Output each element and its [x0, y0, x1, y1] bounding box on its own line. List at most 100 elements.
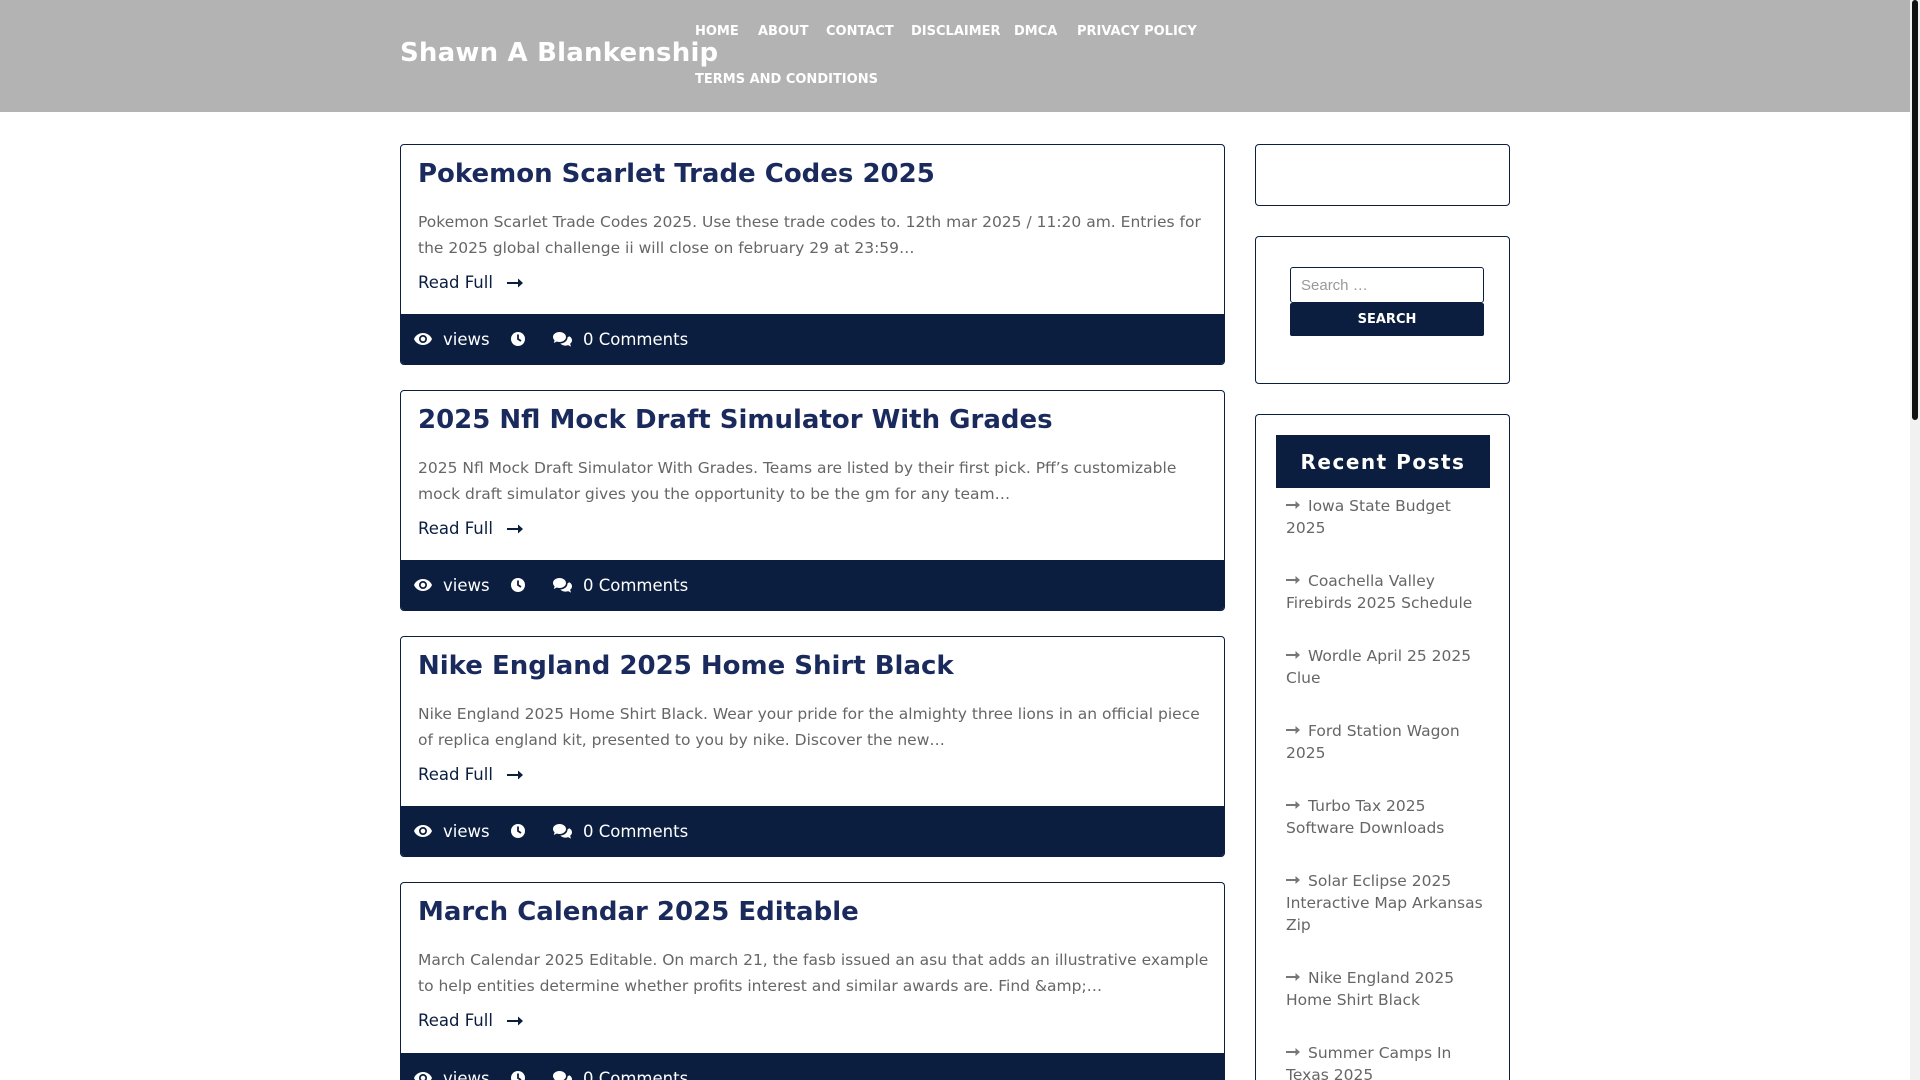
clock-icon — [511, 332, 525, 346]
post-meta-bar: views 0 Comments — [401, 1053, 1224, 1080]
recent-post-title: Turbo Tax 2025 Software Downloads — [1286, 797, 1445, 837]
read-more-link[interactable]: Read Full — [418, 1011, 523, 1030]
arrow-right-icon — [1286, 650, 1300, 660]
search-widget: SEARCH — [1255, 236, 1510, 384]
post-meta-bar: views 0 Comments — [401, 314, 1224, 364]
recent-post-item[interactable]: Ford Station Wagon 2025 — [1286, 720, 1486, 764]
read-more-link[interactable]: Read Full — [418, 519, 523, 538]
views-label: views — [443, 329, 490, 349]
arrow-right-icon — [506, 277, 523, 289]
clock-icon — [511, 1071, 525, 1080]
site-header: Shawn A Blankenship HOME ABOUT CONTACT D… — [0, 0, 1910, 112]
nav-terms-and-conditions[interactable]: TERMS AND CONDITIONS — [695, 72, 878, 87]
arrow-right-icon — [1286, 725, 1300, 735]
recent-post-title: Wordle April 25 2025 Clue — [1286, 647, 1472, 687]
post-time — [510, 314, 526, 364]
post-views: views — [414, 560, 490, 610]
post-card: Nike England 2025 Home Shirt Black Nike … — [400, 636, 1225, 857]
scrollbar-thumb[interactable] — [1912, 0, 1918, 420]
recent-post-item[interactable]: Solar Eclipse 2025 Interactive Map Arkan… — [1286, 870, 1486, 936]
eye-icon — [414, 579, 432, 591]
recent-post-title: Summer Camps In Texas 2025 — [1286, 1044, 1452, 1080]
post-excerpt: Pokemon Scarlet Trade Codes 2025. Use th… — [418, 213, 1201, 257]
comments-icon — [553, 331, 572, 347]
post-time — [510, 1053, 526, 1080]
views-label: views — [443, 1068, 490, 1080]
post-time — [510, 806, 526, 856]
post-excerpt: 2025 Nfl Mock Draft Simulator With Grade… — [418, 459, 1177, 503]
read-more-link[interactable]: Read Full — [418, 765, 523, 784]
post-title[interactable]: March Calendar 2025 Editable — [418, 897, 859, 927]
post-comments[interactable]: 0 Comments — [553, 560, 688, 610]
arrow-right-icon — [1286, 800, 1300, 810]
clock-icon — [511, 824, 525, 838]
arrow-right-icon — [1286, 972, 1300, 982]
recent-posts-heading: Recent Posts — [1276, 435, 1490, 488]
comments-count: 0 Comments — [583, 821, 689, 841]
recent-post-item[interactable]: Iowa State Budget 2025 — [1286, 495, 1486, 539]
post-time — [510, 560, 526, 610]
post-comments[interactable]: 0 Comments — [553, 806, 688, 856]
page-scrollbar[interactable] — [1910, 0, 1920, 1080]
post-views: views — [414, 314, 490, 364]
post-comments[interactable]: 0 Comments — [553, 1053, 688, 1080]
recent-post-title: Coachella Valley Firebirds 2025 Schedule — [1286, 572, 1473, 612]
post-excerpt: March Calendar 2025 Editable. On march 2… — [418, 951, 1209, 995]
nav-disclaimer[interactable]: DISCLAIMER — [911, 24, 1001, 39]
post-views: views — [414, 806, 490, 856]
post-views: views — [414, 1053, 490, 1080]
nav-dmca[interactable]: DMCA — [1014, 24, 1057, 39]
read-more-link[interactable]: Read Full — [418, 273, 523, 292]
comments-count: 0 Comments — [583, 575, 689, 595]
post-meta-bar: views 0 Comments — [401, 806, 1224, 856]
site-title[interactable]: Shawn A Blankenship — [400, 38, 718, 68]
comments-icon — [553, 1070, 572, 1080]
recent-post-title: Solar Eclipse 2025 Interactive Map Arkan… — [1286, 872, 1483, 934]
arrow-right-icon — [1286, 1047, 1300, 1057]
nav-about[interactable]: ABOUT — [758, 24, 808, 39]
post-card: 2025 Nfl Mock Draft Simulator With Grade… — [400, 390, 1225, 611]
search-input[interactable] — [1290, 267, 1484, 303]
recent-post-item[interactable]: Turbo Tax 2025 Software Downloads — [1286, 795, 1486, 839]
post-comments[interactable]: 0 Comments — [553, 314, 688, 364]
arrow-right-icon — [506, 1015, 523, 1027]
arrow-right-icon — [1286, 575, 1300, 585]
post-card: Pokemon Scarlet Trade Codes 2025 Pokemon… — [400, 144, 1225, 365]
recent-post-item[interactable]: Wordle April 25 2025 Clue — [1286, 645, 1486, 689]
read-more-label: Read Full — [418, 519, 493, 538]
recent-post-title: Iowa State Budget 2025 — [1286, 497, 1451, 537]
views-label: views — [443, 821, 490, 841]
read-more-label: Read Full — [418, 765, 493, 784]
views-label: views — [443, 575, 490, 595]
search-button[interactable]: SEARCH — [1290, 303, 1484, 336]
eye-icon — [414, 333, 432, 345]
arrow-right-icon — [506, 523, 523, 535]
read-more-label: Read Full — [418, 273, 493, 292]
nav-contact[interactable]: CONTACT — [826, 24, 894, 39]
comments-count: 0 Comments — [583, 329, 689, 349]
nav-home[interactable]: HOME — [695, 24, 739, 39]
recent-post-title: Ford Station Wagon 2025 — [1286, 722, 1460, 762]
comments-icon — [553, 577, 572, 593]
nav-privacy-policy[interactable]: PRIVACY POLICY — [1077, 24, 1197, 39]
recent-post-item[interactable]: Summer Camps In Texas 2025 — [1286, 1042, 1486, 1080]
recent-posts-widget: Recent Posts Iowa State Budget 2025 Coac… — [1255, 414, 1510, 1080]
read-more-label: Read Full — [418, 1011, 493, 1030]
arrow-right-icon — [1286, 875, 1300, 885]
clock-icon — [511, 578, 525, 592]
recent-post-title: Nike England 2025 Home Shirt Black — [1286, 969, 1455, 1009]
post-card: March Calendar 2025 Editable March Calen… — [400, 882, 1225, 1080]
recent-post-item[interactable]: Nike England 2025 Home Shirt Black — [1286, 967, 1486, 1011]
empty-widget — [1255, 144, 1510, 206]
recent-post-item[interactable]: Coachella Valley Firebirds 2025 Schedule — [1286, 570, 1486, 614]
post-title[interactable]: 2025 Nfl Mock Draft Simulator With Grade… — [418, 405, 1053, 435]
arrow-right-icon — [1286, 500, 1300, 510]
post-excerpt: Nike England 2025 Home Shirt Black. Wear… — [418, 705, 1200, 749]
arrow-right-icon — [506, 769, 523, 781]
post-title[interactable]: Pokemon Scarlet Trade Codes 2025 — [418, 159, 935, 189]
eye-icon — [414, 825, 432, 837]
comments-count: 0 Comments — [583, 1068, 689, 1080]
post-meta-bar: views 0 Comments — [401, 560, 1224, 610]
post-title[interactable]: Nike England 2025 Home Shirt Black — [418, 651, 954, 681]
eye-icon — [414, 1072, 432, 1080]
